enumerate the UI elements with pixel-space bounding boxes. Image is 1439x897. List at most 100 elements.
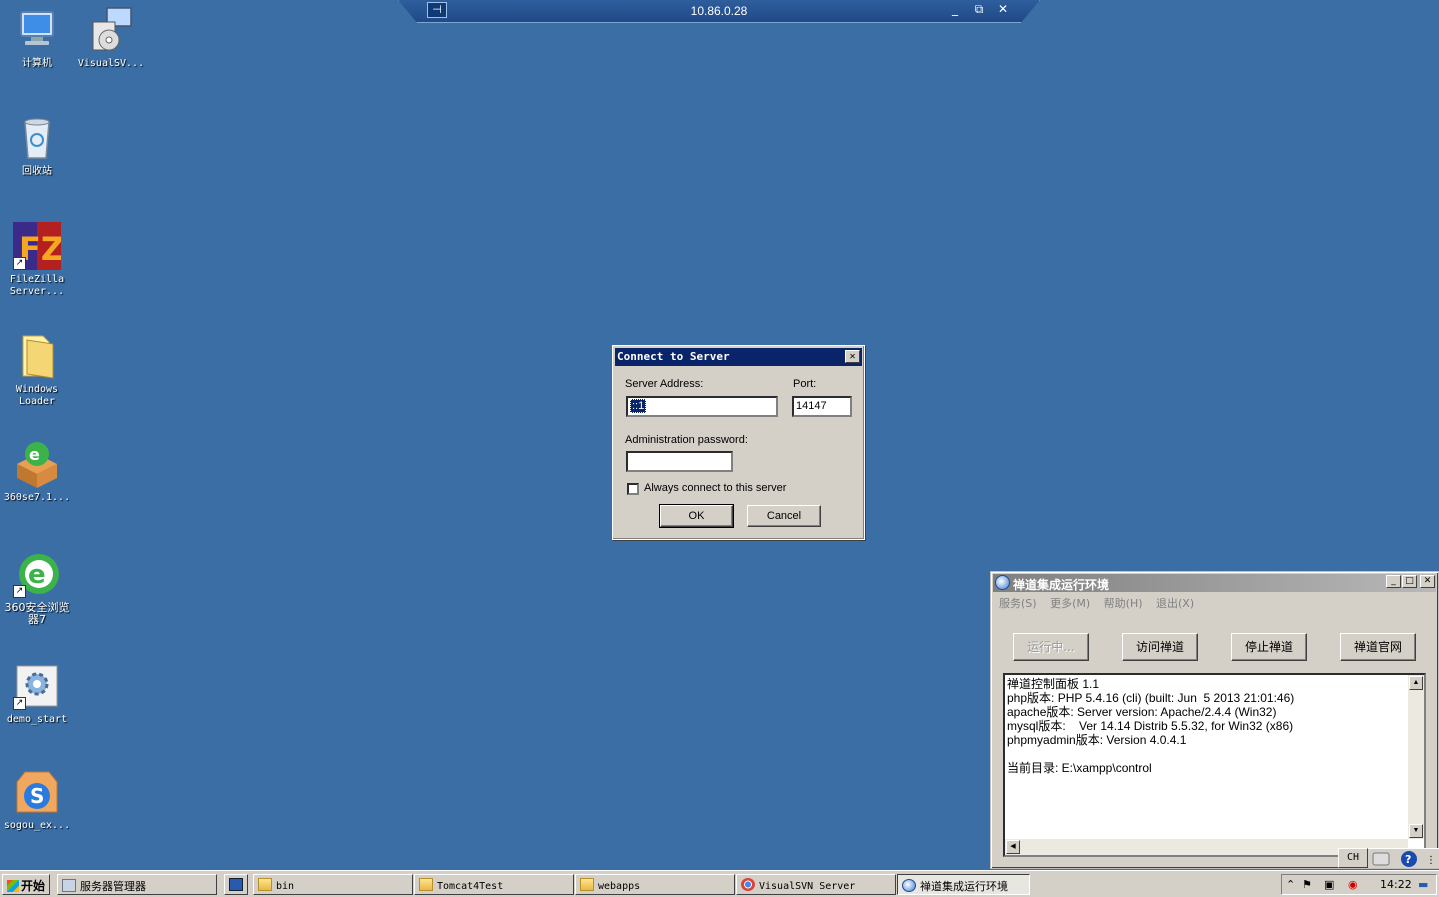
close-button[interactable]: ✕ [1420,575,1435,588]
desktop-icon-sogou[interactable]: S sogou_ex... [0,768,74,832]
zentao-app-icon [902,879,916,892]
remote-desktop-bar: ⊣ 10.86.0.28 _ ⧉ ✕ [398,0,1040,23]
clock[interactable]: 14:22 [1380,878,1412,891]
desktop-icon-visualsvn-installer[interactable]: VisualSV... [74,6,148,70]
server-manager-icon [62,879,76,892]
computer-icon [13,6,61,54]
log-line: apache版本: Server version: Apache/2.4.4 (… [1007,705,1277,719]
menu-more[interactable]: 更多(M) [1050,597,1090,610]
start-button[interactable]: 开始 [2,874,50,895]
server-address-label: Server Address: [625,378,704,390]
task-label: bin [276,881,295,892]
360-package-icon: e [13,440,61,488]
dialog-close-button[interactable]: ✕ [845,350,860,363]
task-label: 禅道集成运行环境 [920,880,1008,893]
start-label: 开始 [21,879,46,893]
task-label: webapps [598,881,641,892]
settings-gear-icon: ↗ [13,662,61,710]
shortcut-arrow-icon: ↗ [13,257,26,270]
ok-button[interactable]: OK [659,504,734,528]
server-address-input[interactable]: ::1 [626,396,778,417]
scroll-left-icon[interactable]: ◀ [1006,840,1020,854]
menu-help[interactable]: 帮助(H) [1104,597,1143,610]
filezilla-icon: FZ ↗ [13,222,64,270]
scroll-down-icon[interactable]: ▼ [1409,824,1423,838]
zentao-website-button[interactable]: 禅道官网 [1340,633,1416,661]
dialog-title: Connect to Server [617,350,730,363]
task-label: 服务器管理器 [80,880,146,893]
volume-muted-icon[interactable]: ◉ [1348,878,1358,891]
desktop-icon-label: 360se7.1... [3,492,71,503]
task-folder-webapps[interactable]: webapps [575,874,735,895]
log-line: phpmyadmin版本: Version 4.0.4.1 [1007,733,1187,747]
log-line: php版本: PHP 5.4.16 (cli) (built: Jun 5 20… [1007,691,1295,705]
action-center-flag-icon[interactable]: ⚑ [1302,878,1312,891]
task-folder-tomcat4test[interactable]: Tomcat4Test [414,874,574,895]
folder-icon [258,878,272,891]
running-button[interactable]: 运行中... [1013,633,1089,661]
rdp-minimize-button[interactable]: _ [947,2,963,16]
visit-zentao-button[interactable]: 访问禅道 [1122,633,1198,661]
menu-service[interactable]: 服务(S) [999,597,1037,610]
desktop-icon-demo-start[interactable]: ↗ demo_start [0,662,74,726]
quick-launch-powershell[interactable] [224,874,248,895]
zentao-title: 禅道集成运行环境 [1013,578,1110,592]
desktop-icon-360se7[interactable]: e 360se7.1... [0,440,74,504]
desktop-icon-computer[interactable]: 计算机 [0,6,74,70]
task-zentao[interactable]: 禅道集成运行环境 [897,874,1030,895]
log-line: 禅道控制面板 1.1 [1007,677,1100,691]
always-connect-label: Always connect to this server [644,482,787,494]
dialog-titlebar[interactable]: Connect to Server ✕ [615,348,862,366]
taskbar: 开始 服务器管理器 bin Tomcat4Test webapps Visual… [0,870,1439,897]
svg-text:S: S [30,784,44,808]
password-input[interactable] [626,451,733,472]
scroll-up-icon[interactable]: ▲ [1409,676,1423,690]
svg-text:e: e [29,445,40,464]
zentao-control-window: 禅道集成运行环境 _ □ ✕ 服务(S) 更多(M) 帮助(H) 退出(X) 运… [990,571,1439,869]
network-icon[interactable]: ▣ [1324,878,1334,891]
task-server-manager[interactable]: 服务器管理器 [57,874,217,895]
vertical-scrollbar[interactable]: ▲ ▼ [1408,675,1424,839]
minimize-button[interactable]: _ [1386,575,1401,588]
folder-icon [419,878,433,891]
desktop-icon-filezilla[interactable]: FZ ↗ FileZilla Server... [0,222,74,298]
stop-zentao-button[interactable]: 停止禅道 [1231,633,1307,661]
powershell-icon [229,878,243,891]
desktop-icon-windows-loader[interactable]: Windows Loader [0,332,74,408]
maximize-button[interactable]: □ [1402,575,1417,588]
svg-text:?: ? [1405,853,1411,866]
sogou-icon: S [13,768,61,816]
desktop-icon-label: FileZilla Server... [9,274,65,297]
shortcut-arrow-icon: ↗ [13,697,26,710]
desktop-icon-label: demo_start [6,714,68,725]
log-line: mysql版本: Ver 14.14 Distrib 5.5.32, for W… [1007,719,1294,733]
desktop-icon-recycle-bin[interactable]: 回收站 [0,114,74,178]
task-folder-bin[interactable]: bin [253,874,413,895]
rdp-close-button[interactable]: ✕ [995,2,1011,16]
server-address-value: ::1 [630,399,647,413]
language-indicator[interactable]: CH [1338,848,1368,868]
visualsvn-installer-icon [87,6,135,54]
menu-exit[interactable]: 退出(X) [1156,597,1194,610]
port-input[interactable]: 14147 [792,396,852,417]
chrome-icon [741,878,755,891]
rdp-restore-button[interactable]: ⧉ [971,2,987,17]
tray-expand-icon[interactable]: ⌃ [1286,878,1295,891]
zentao-titlebar[interactable]: 禅道集成运行环境 [993,574,1436,592]
task-visualsvn-server[interactable]: VisualSVN Server [736,874,896,895]
desktop-icon-label: VisualSV... [77,58,145,69]
zentao-menubar: 服务(S) 更多(M) 帮助(H) 退出(X) [999,595,1204,611]
cancel-button[interactable]: Cancel [747,505,821,527]
zentao-app-icon [995,575,1010,590]
svg-text:⋮: ⋮ [1426,855,1436,866]
log-line: 当前目录: E:\xampp\control [1007,761,1152,775]
always-connect-checkbox[interactable] [627,483,639,495]
windows-logo-icon [7,880,19,892]
connect-to-server-dialog: Connect to Server ✕ Server Address: ::1 … [612,345,865,540]
port-label: Port: [793,378,817,390]
desktop-icon-label: 360安全浏览器7 [4,601,70,626]
zentao-log-textarea[interactable]: 禅道控制面板 1.1 php版本: PHP 5.4.16 (cli) (buil… [1003,673,1426,857]
desktop-icon-360-browser[interactable]: e ↗ 360安全浏览器7 [0,550,74,626]
show-desktop-icon[interactable]: ▬ [1418,878,1428,891]
